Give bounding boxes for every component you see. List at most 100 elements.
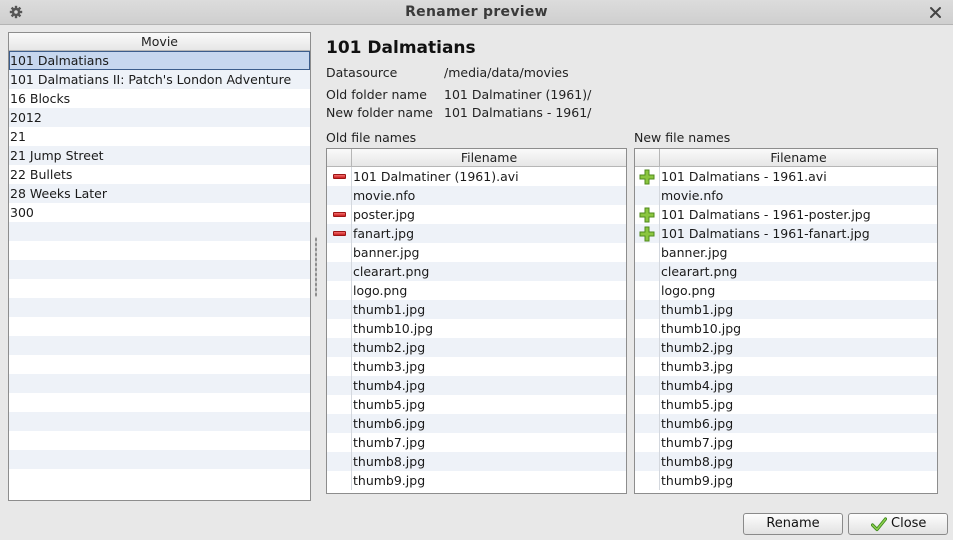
filename-cell: thumb4.jpg bbox=[661, 378, 734, 393]
movie-title-cell: 300 bbox=[10, 205, 34, 220]
empty-row bbox=[9, 469, 310, 488]
movie-row[interactable]: 21 bbox=[9, 127, 310, 146]
movie-title-cell: 2012 bbox=[10, 110, 42, 125]
status-cell bbox=[635, 243, 660, 262]
filename-cell: movie.nfo bbox=[353, 188, 416, 203]
file-row[interactable]: thumb2.jpg bbox=[635, 338, 937, 357]
file-row[interactable]: thumb8.jpg bbox=[635, 452, 937, 471]
filename-cell: thumb1.jpg bbox=[353, 302, 426, 317]
status-cell bbox=[635, 262, 660, 281]
status-cell bbox=[635, 319, 660, 338]
status-cell bbox=[635, 224, 660, 243]
file-row[interactable]: movie.nfo bbox=[327, 186, 626, 205]
file-row[interactable]: banner.jpg bbox=[635, 243, 937, 262]
file-row[interactable]: logo.png bbox=[635, 281, 937, 300]
filename-cell: thumb7.jpg bbox=[661, 435, 734, 450]
movie-row[interactable]: 101 Dalmatians II: Patch's London Advent… bbox=[9, 70, 310, 89]
rename-button[interactable]: Rename bbox=[743, 513, 843, 535]
movie-row[interactable]: 101 Dalmatians bbox=[9, 51, 310, 70]
status-cell bbox=[327, 433, 352, 452]
new-files-status-column[interactable] bbox=[635, 149, 660, 166]
file-row[interactable]: thumb9.jpg bbox=[327, 471, 626, 490]
split-pane-divider[interactable] bbox=[315, 237, 317, 297]
minus-icon bbox=[333, 212, 346, 217]
status-cell bbox=[327, 338, 352, 357]
movie-title-cell: 22 Bullets bbox=[10, 167, 73, 182]
filename-cell: thumb9.jpg bbox=[353, 473, 426, 488]
file-row[interactable]: thumb5.jpg bbox=[327, 395, 626, 414]
file-row[interactable]: clearart.png bbox=[327, 262, 626, 281]
file-row[interactable]: thumb10.jpg bbox=[635, 319, 937, 338]
file-row[interactable]: thumb2.jpg bbox=[327, 338, 626, 357]
file-row[interactable]: 101 Dalmatians - 1961.avi bbox=[635, 167, 937, 186]
status-cell bbox=[327, 471, 352, 490]
file-row[interactable]: thumb1.jpg bbox=[635, 300, 937, 319]
file-row[interactable]: clearart.png bbox=[635, 262, 937, 281]
file-row[interactable]: 101 Dalmatiner (1961).avi bbox=[327, 167, 626, 186]
file-row[interactable]: thumb3.jpg bbox=[635, 357, 937, 376]
movie-title-cell: 16 Blocks bbox=[10, 91, 71, 106]
file-row[interactable]: thumb3.jpg bbox=[327, 357, 626, 376]
file-row[interactable]: thumb10.jpg bbox=[327, 319, 626, 338]
filename-cell: banner.jpg bbox=[661, 245, 728, 260]
empty-row bbox=[9, 412, 310, 431]
close-button-label: Close bbox=[891, 516, 927, 531]
movie-row[interactable]: 300 bbox=[9, 203, 310, 222]
empty-row bbox=[9, 241, 310, 260]
filename-cell: thumb2.jpg bbox=[353, 340, 426, 355]
file-row[interactable]: logo.png bbox=[327, 281, 626, 300]
empty-row bbox=[9, 298, 310, 317]
close-icon[interactable] bbox=[928, 5, 943, 20]
status-cell bbox=[327, 262, 352, 281]
file-row[interactable]: banner.jpg bbox=[327, 243, 626, 262]
status-cell bbox=[635, 281, 660, 300]
datasource-label: Datasource bbox=[326, 65, 398, 80]
file-row[interactable]: thumb8.jpg bbox=[327, 452, 626, 471]
old-files-filename-column[interactable]: Filename bbox=[352, 149, 626, 166]
file-row[interactable]: 101 Dalmatians - 1961-poster.jpg bbox=[635, 205, 937, 224]
empty-row bbox=[9, 374, 310, 393]
filename-cell: thumb1.jpg bbox=[661, 302, 734, 317]
file-row[interactable]: thumb1.jpg bbox=[327, 300, 626, 319]
file-row[interactable]: 101 Dalmatians - 1961-fanart.jpg bbox=[635, 224, 937, 243]
file-row[interactable]: thumb6.jpg bbox=[635, 414, 937, 433]
filename-cell: logo.png bbox=[353, 283, 408, 298]
movie-table: Movie 101 Dalmatians 101 Dalmatians II: P… bbox=[8, 32, 311, 501]
file-row[interactable]: thumb4.jpg bbox=[327, 376, 626, 395]
file-row[interactable]: thumb5.jpg bbox=[635, 395, 937, 414]
movie-row[interactable]: 2012 bbox=[9, 108, 310, 127]
movie-row[interactable]: 16 Blocks bbox=[9, 89, 310, 108]
status-cell bbox=[635, 186, 660, 205]
file-row[interactable]: movie.nfo bbox=[635, 186, 937, 205]
old-files-status-column[interactable] bbox=[327, 149, 352, 166]
status-cell bbox=[327, 452, 352, 471]
window-title: Renamer preview bbox=[405, 4, 548, 20]
file-row[interactable]: poster.jpg bbox=[327, 205, 626, 224]
status-cell bbox=[635, 452, 660, 471]
movie-row[interactable]: 21 Jump Street bbox=[9, 146, 310, 165]
movie-title-cell: 28 Weeks Later bbox=[10, 186, 107, 201]
status-cell bbox=[327, 224, 352, 243]
movie-table-header: Movie bbox=[9, 33, 310, 51]
file-row[interactable]: thumb7.jpg bbox=[635, 433, 937, 452]
status-cell bbox=[327, 414, 352, 433]
file-row[interactable]: thumb4.jpg bbox=[635, 376, 937, 395]
file-row[interactable]: thumb9.jpg bbox=[635, 471, 937, 490]
file-row[interactable]: fanart.jpg bbox=[327, 224, 626, 243]
movie-title-cell: 21 Jump Street bbox=[10, 148, 104, 163]
movie-row[interactable]: 28 Weeks Later bbox=[9, 184, 310, 203]
filename-cell: thumb10.jpg bbox=[661, 321, 742, 336]
old-file-names-label: Old file names bbox=[326, 130, 417, 145]
close-button[interactable]: Close bbox=[848, 513, 948, 535]
new-files-filename-column[interactable]: Filename bbox=[660, 149, 937, 166]
datasource-value: /media/data/movies bbox=[444, 65, 569, 80]
empty-row bbox=[9, 317, 310, 336]
status-cell bbox=[327, 395, 352, 414]
new-files-header: Filename bbox=[635, 149, 937, 167]
status-cell bbox=[635, 433, 660, 452]
file-row[interactable]: thumb6.jpg bbox=[327, 414, 626, 433]
file-row[interactable]: thumb7.jpg bbox=[327, 433, 626, 452]
movie-row[interactable]: 22 Bullets bbox=[9, 165, 310, 184]
empty-row bbox=[9, 431, 310, 450]
movie-column-header[interactable]: Movie bbox=[9, 33, 310, 50]
